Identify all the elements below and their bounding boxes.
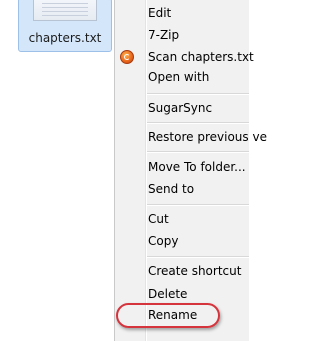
menu-item-label: Copy xyxy=(148,234,179,248)
menu-item-label: Open with xyxy=(148,70,210,84)
menu-separator xyxy=(147,93,249,94)
menu-separator xyxy=(147,256,249,257)
rename-highlight-annotation xyxy=(116,303,220,328)
context-menu: Edit 7-Zip Scan chapters.txt Open with S… xyxy=(114,0,267,341)
menu-item-cut[interactable]: Cut xyxy=(115,209,249,229)
menu-item-label: Move To folder... xyxy=(148,160,246,174)
menu-item-scan[interactable]: Scan chapters.txt xyxy=(115,47,254,67)
menu-item-delete[interactable]: Delete xyxy=(115,284,249,304)
menu-item-label: Scan chapters.txt xyxy=(148,50,254,64)
menu-item-7zip[interactable]: 7-Zip xyxy=(115,25,249,45)
text-document-icon xyxy=(33,0,97,21)
menu-item-send-to[interactable]: Send to xyxy=(115,179,249,199)
menu-separator xyxy=(147,151,249,152)
menu-item-label: 7-Zip xyxy=(148,28,180,42)
menu-item-label: Create shortcut xyxy=(148,264,242,278)
menu-item-edit[interactable]: Edit xyxy=(115,3,249,23)
menu-item-label: Send to xyxy=(148,182,195,196)
menu-item-sugarsync[interactable]: SugarSync xyxy=(115,98,249,118)
menu-item-label: Restore previous ve xyxy=(148,130,267,144)
menu-item-label: Edit xyxy=(148,6,172,20)
menu-item-open-with[interactable]: Open with xyxy=(115,67,249,87)
menu-item-label: Cut xyxy=(148,212,169,226)
antivirus-scan-icon xyxy=(120,50,134,64)
menu-item-label: Delete xyxy=(148,287,188,301)
desktop-area: chapters.txt xyxy=(0,0,114,341)
menu-item-move-to-folder[interactable]: Move To folder... xyxy=(115,157,249,177)
menu-item-create-shortcut[interactable]: Create shortcut xyxy=(115,261,249,281)
menu-item-restore-previous[interactable]: Restore previous ve xyxy=(115,127,267,147)
menu-item-label: SugarSync xyxy=(148,101,213,115)
menu-separator xyxy=(147,204,249,205)
file-name-label: chapters.txt xyxy=(28,31,102,45)
menu-item-copy[interactable]: Copy xyxy=(115,231,249,251)
selected-file[interactable]: chapters.txt xyxy=(18,0,112,52)
menu-separator xyxy=(147,122,249,123)
